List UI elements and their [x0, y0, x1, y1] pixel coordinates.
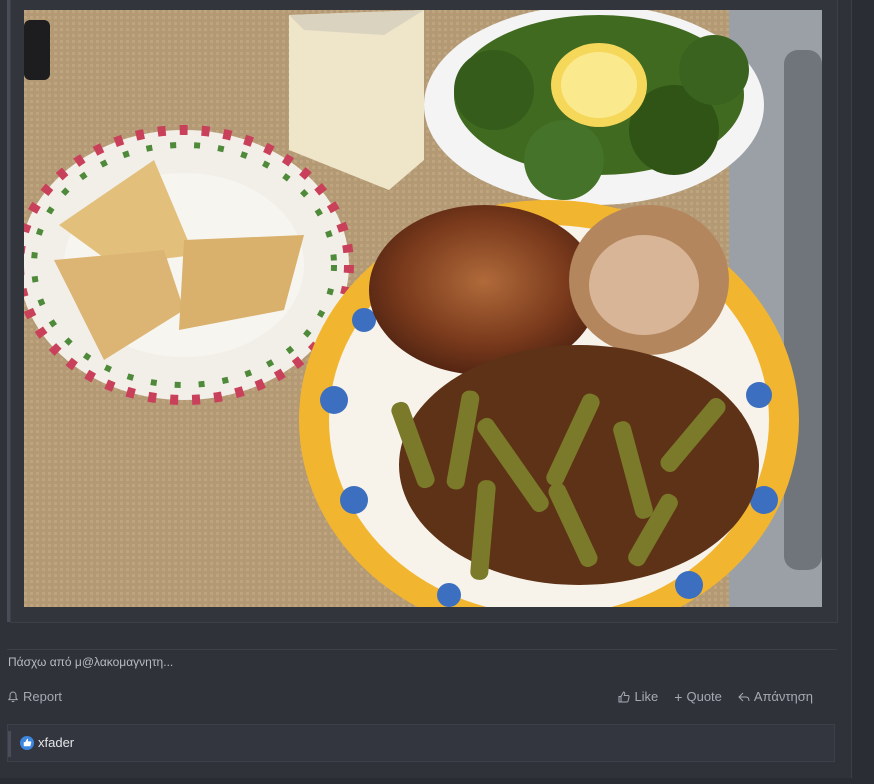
bell-icon: [7, 690, 19, 702]
post-image[interactable]: [24, 10, 822, 607]
reactions-row[interactable]: xfader: [20, 735, 74, 750]
reply-button[interactable]: Απάντηση: [738, 689, 813, 704]
post-divider: [7, 649, 837, 650]
like-button[interactable]: Like: [618, 689, 658, 704]
report-link[interactable]: Report: [7, 689, 62, 704]
reply-icon: [738, 692, 750, 701]
report-label: Report: [23, 689, 63, 704]
user-signature: Πάσχω από μ@λακομαγνητη...: [8, 655, 174, 669]
reactions-bar: xfader: [7, 724, 835, 762]
like-label: Like: [634, 689, 659, 704]
reaction-user[interactable]: xfader: [38, 735, 74, 750]
plus-icon: +: [674, 688, 683, 705]
post-actions: Like + Quote Απάντηση: [618, 689, 813, 704]
quote-label: Quote: [686, 689, 722, 704]
reply-label: Απάντηση: [753, 689, 813, 704]
thumbs-up-icon: [618, 690, 630, 702]
reactions-left-bar: [8, 731, 11, 757]
quote-button[interactable]: + Quote: [674, 689, 722, 704]
post-container: Πάσχω από μ@λακομαγνητη... Report Like +…: [0, 0, 852, 778]
food-photo: [24, 10, 822, 607]
thumbs-up-icon: [20, 735, 34, 750]
